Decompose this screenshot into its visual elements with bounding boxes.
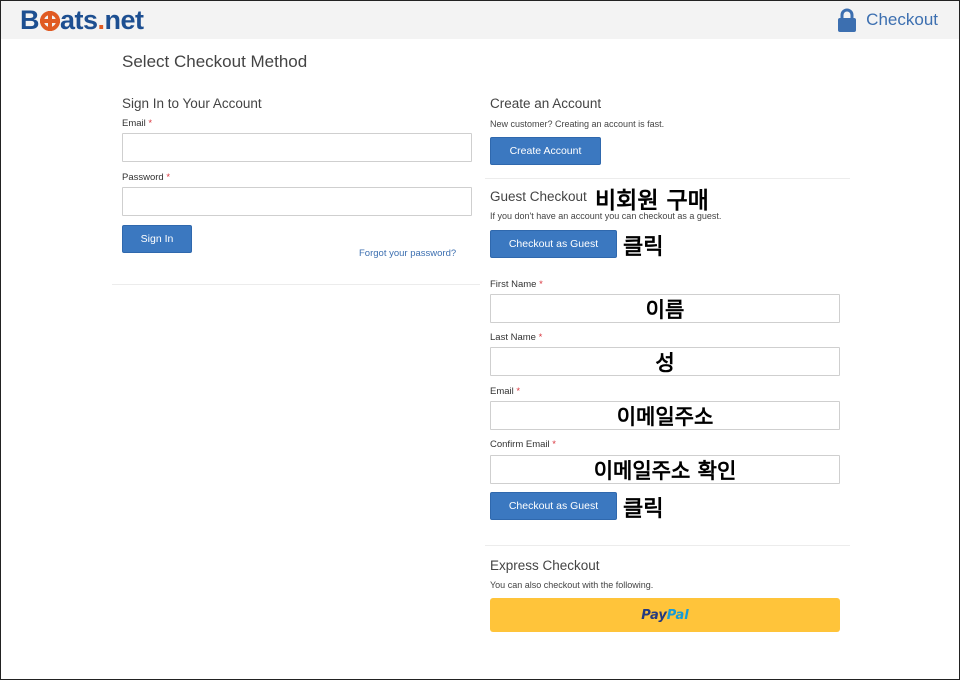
paypal-logo-pay: Pay [641,607,667,623]
logo-text-ats: ats [60,5,98,35]
lock-icon [838,8,857,32]
logo-text-b: B [20,5,40,35]
annotation-confirm-email: 이메일주소 확인 [593,458,737,483]
page-title: Select Checkout Method [122,52,308,71]
secure-checkout-indicator: Checkout [837,8,938,32]
logo-text-net: net [104,5,145,35]
express-checkout-description: You can also checkout with the following… [490,580,654,590]
annotation-click-2: 클릭 [623,497,664,522]
sign-in-button[interactable]: Sign In [122,225,192,253]
guest-email-input[interactable]: 이메일주소 [490,401,840,430]
create-account-divider [485,178,850,179]
annotation-guest-purchase: 비회원 구매 [595,188,709,214]
annotation-first-name: 이름 [645,297,685,322]
sign-in-email-input[interactable] [122,133,472,162]
guest-checkout-description: If you don't have an account you can che… [490,211,722,221]
first-name-label: First Name * [490,279,543,290]
guest-checkout-divider [485,545,850,546]
create-account-description: New customer? Creating an account is fas… [490,119,665,129]
create-account-button[interactable]: Create Account [490,137,601,165]
sign-in-divider [112,284,480,285]
logo-compass-icon [39,11,60,31]
last-name-input[interactable]: 성 [490,347,840,376]
first-name-input[interactable]: 이름 [490,294,840,323]
sign-in-title: Sign In to Your Account [122,96,262,111]
checkout-header-label: Checkout [866,10,938,29]
sign-in-password-input[interactable] [122,187,472,216]
create-account-title: Create an Account [490,96,602,111]
checkout-as-guest-submit-button[interactable]: Checkout as Guest [490,492,617,520]
boats-net-logo[interactable]: Bats.net [20,5,144,35]
confirm-email-label: Confirm Email * [490,439,556,450]
forgot-password-link[interactable]: Forgot your password? [359,248,456,259]
guest-email-label: Email * [490,386,521,397]
site-header: Bats.net Checkout [1,1,959,39]
last-name-label: Last Name * [490,332,543,343]
annotation-email: 이메일주소 [616,404,714,429]
checkout-as-guest-button[interactable]: Checkout as Guest [490,230,617,258]
paypal-button[interactable]: Pay Pal [490,598,840,632]
confirm-email-input[interactable]: 이메일주소 확인 [490,455,840,484]
annotation-last-name: 성 [655,350,675,375]
express-checkout-title: Express Checkout [490,558,600,573]
sign-in-email-label: Email * [122,118,153,129]
paypal-logo-pal: Pal [666,607,689,623]
annotation-click-1: 클릭 [623,235,664,260]
sign-in-password-label: Password * [122,172,171,183]
guest-checkout-title: Guest Checkout [490,189,587,204]
logo-dot: . [97,5,106,35]
